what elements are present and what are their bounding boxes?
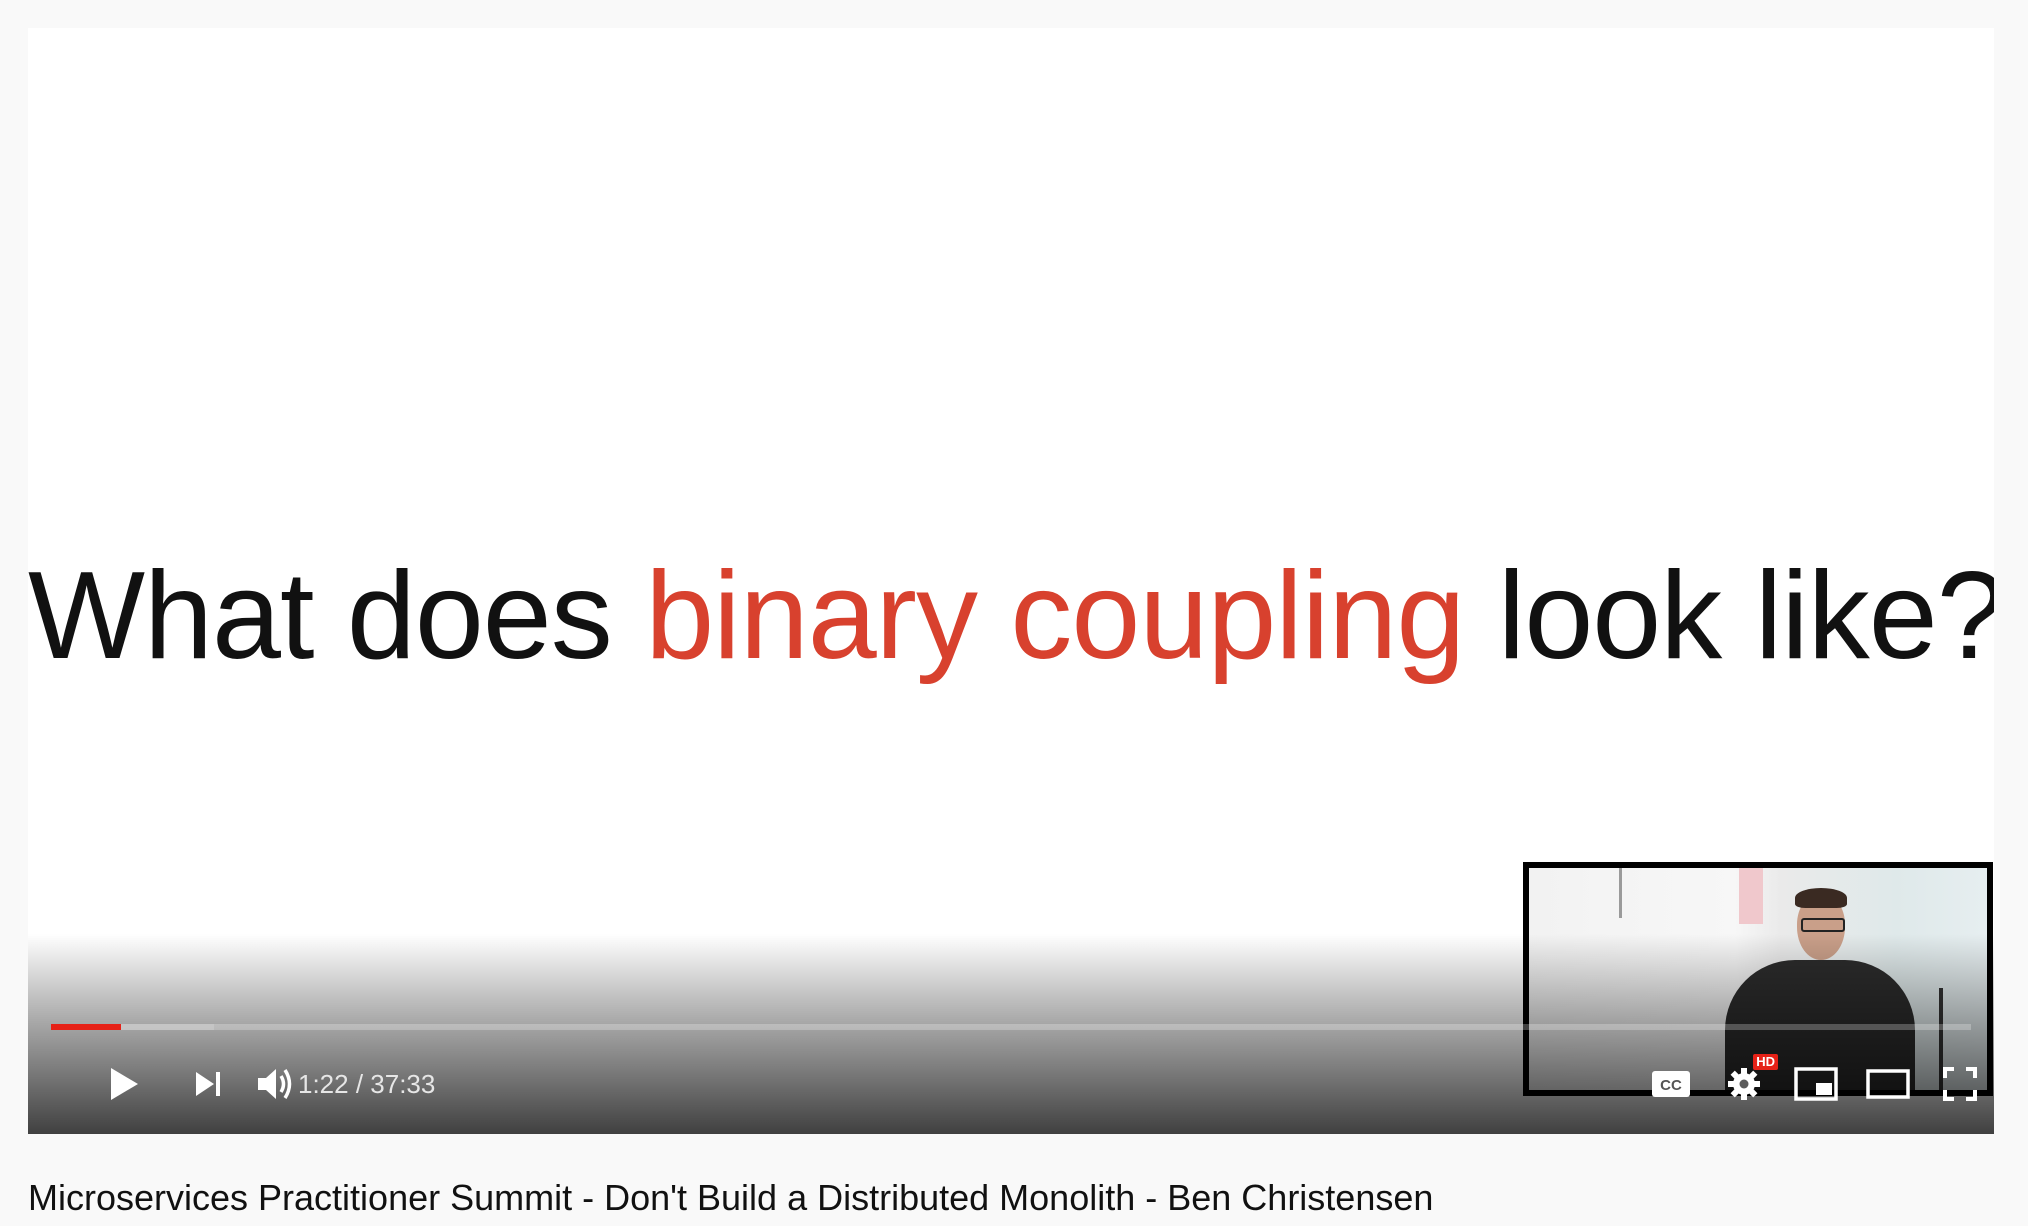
watch-page: What does binary coupling look like? 1:2… [0, 0, 2028, 1226]
miniplayer-icon [1794, 1067, 1838, 1101]
slide-heading-highlight: binary coupling [645, 547, 1465, 685]
speaker-hair [1795, 888, 1847, 908]
slide-heading: What does binary coupling look like? [28, 546, 1994, 686]
slide-heading-part1: What does [28, 547, 646, 685]
fullscreen-icon [1943, 1067, 1977, 1101]
play-icon [111, 1068, 138, 1100]
settings-button[interactable]: HD [1718, 1054, 1778, 1110]
duration: 37:33 [370, 1069, 436, 1099]
theater-mode-button[interactable] [1862, 1058, 1914, 1110]
theater-mode-icon [1866, 1069, 1910, 1099]
speaker-glasses [1801, 918, 1845, 932]
slide-heading-part2: look like? [1464, 547, 1994, 685]
gear-icon [1728, 1068, 1760, 1100]
player-controls: 1:22 / 37:33 CC HD [28, 1024, 1994, 1134]
background-banner [1739, 868, 1763, 924]
fullscreen-button[interactable] [1934, 1058, 1986, 1110]
time-separator: / [348, 1069, 371, 1099]
progress-bar[interactable] [51, 1024, 1971, 1030]
next-icon [196, 1072, 220, 1096]
next-button[interactable] [182, 1058, 234, 1110]
video-player[interactable]: What does binary coupling look like? 1:2… [28, 28, 1994, 1134]
cc-icon: CC [1652, 1071, 1690, 1097]
video-title: Microservices Practitioner Summit - Don'… [28, 1177, 1434, 1218]
hd-badge: HD [1753, 1054, 1778, 1070]
svg-text:CC: CC [1660, 1077, 1682, 1094]
progress-played [51, 1024, 122, 1030]
miniplayer-button[interactable] [1790, 1058, 1842, 1110]
captions-button[interactable]: CC [1645, 1058, 1697, 1110]
volume-button[interactable] [250, 1058, 302, 1110]
background-pole [1619, 868, 1622, 918]
volume-icon [258, 1069, 292, 1099]
time-display: 1:22 / 37:33 [298, 1066, 435, 1102]
current-time: 1:22 [298, 1069, 349, 1099]
play-button[interactable] [98, 1058, 150, 1110]
